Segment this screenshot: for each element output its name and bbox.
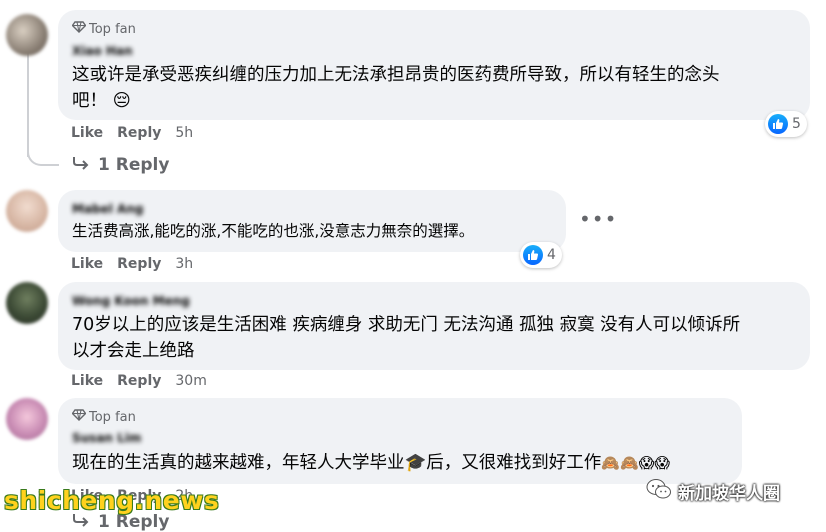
avatar[interactable] bbox=[6, 398, 48, 440]
view-replies-label: 1 Reply bbox=[98, 512, 170, 532]
avatar[interactable] bbox=[6, 190, 48, 232]
comment-actions: Like Reply 30m bbox=[71, 373, 207, 389]
top-fan-badge: Top fan bbox=[71, 21, 136, 37]
view-replies-label: 1 Reply bbox=[98, 155, 170, 175]
reaction-count[interactable]: 4 bbox=[520, 242, 562, 268]
badge-label: Top fan bbox=[89, 409, 136, 425]
author-name[interactable]: Mabel Ang bbox=[72, 202, 143, 216]
thumbs-up-icon bbox=[523, 245, 543, 265]
avatar[interactable] bbox=[6, 14, 48, 56]
reaction-number: 5 bbox=[792, 116, 801, 132]
comment-text-line: 70岁以上的应该是生活困难 疾病缠身 求助无门 无法沟通 孤独 寂寞 没有人可以… bbox=[72, 315, 741, 335]
comment-text-line: 以才会走上绝路 bbox=[72, 341, 195, 361]
view-replies-link[interactable]: 1 Reply bbox=[72, 512, 169, 532]
watermark-label: 新加坡华人圈 bbox=[678, 484, 780, 504]
timestamp[interactable]: 30m bbox=[175, 373, 206, 389]
reply-arrow-icon bbox=[72, 512, 90, 532]
top-fan-badge: Top fan bbox=[71, 409, 136, 425]
timestamp[interactable]: 5h bbox=[175, 125, 193, 141]
watermark-shicheng: shicheng.news bbox=[4, 486, 220, 515]
diamond-icon bbox=[71, 409, 87, 425]
author-name[interactable]: Xiao Han bbox=[72, 44, 133, 58]
reply-arrow-icon bbox=[72, 155, 90, 175]
avatar[interactable] bbox=[6, 282, 48, 324]
reaction-number: 4 bbox=[547, 247, 556, 263]
thread-curve bbox=[27, 140, 59, 166]
like-button[interactable]: Like bbox=[71, 256, 103, 272]
author-name[interactable]: Susan Lim bbox=[72, 431, 141, 445]
reply-button[interactable]: Reply bbox=[117, 256, 161, 272]
thumbs-up-icon bbox=[768, 114, 788, 134]
author-name[interactable]: Wong Koon Meng bbox=[72, 294, 190, 308]
watermark-wechat: 新加坡华人圈 bbox=[646, 478, 780, 505]
reply-button[interactable]: Reply bbox=[117, 125, 161, 141]
timestamp[interactable]: 3h bbox=[175, 256, 193, 272]
badge-label: Top fan bbox=[89, 21, 136, 37]
comment-text-line: 吧！ 😔 bbox=[72, 91, 131, 111]
like-button[interactable]: Like bbox=[71, 373, 103, 389]
more-options-icon[interactable]: ••• bbox=[579, 207, 617, 231]
comment-actions: Like Reply 5h bbox=[71, 125, 193, 141]
view-replies-link[interactable]: 1 Reply bbox=[72, 155, 169, 175]
reply-button[interactable]: Reply bbox=[117, 373, 161, 389]
comment-text: 这或许是承受恶疾纠缠的压力加上无法承担昂贵的医药费所导致，所以有轻生的念头 吧！… bbox=[72, 62, 802, 114]
comment-text: 现在的生活真的越来越难，年轻人大学毕业🎓后，又很难找到好工作🙈🙈😱😱 bbox=[72, 453, 670, 473]
reaction-emojis: 🙈🙈😱😱 bbox=[601, 454, 670, 472]
graduation-cap-emoji: 🎓 bbox=[404, 453, 427, 473]
comment-actions: Like Reply 3h bbox=[71, 256, 193, 272]
comment-text: 生活费高涨,能吃的涨,不能吃的也涨,没意志力無奈的選擇。 bbox=[72, 222, 475, 240]
diamond-icon bbox=[71, 21, 87, 37]
pensive-emoji: 😔 bbox=[112, 91, 131, 111]
comment-text-line: 这或许是承受恶疾纠缠的压力加上无法承担昂贵的医药费所导致，所以有轻生的念头 bbox=[72, 65, 720, 85]
reaction-count[interactable]: 5 bbox=[765, 111, 807, 137]
wechat-icon bbox=[646, 478, 672, 505]
comment-text: 70岁以上的应该是生活困难 疾病缠身 求助无门 无法沟通 孤独 寂寞 没有人可以… bbox=[72, 312, 802, 364]
like-button[interactable]: Like bbox=[71, 125, 103, 141]
